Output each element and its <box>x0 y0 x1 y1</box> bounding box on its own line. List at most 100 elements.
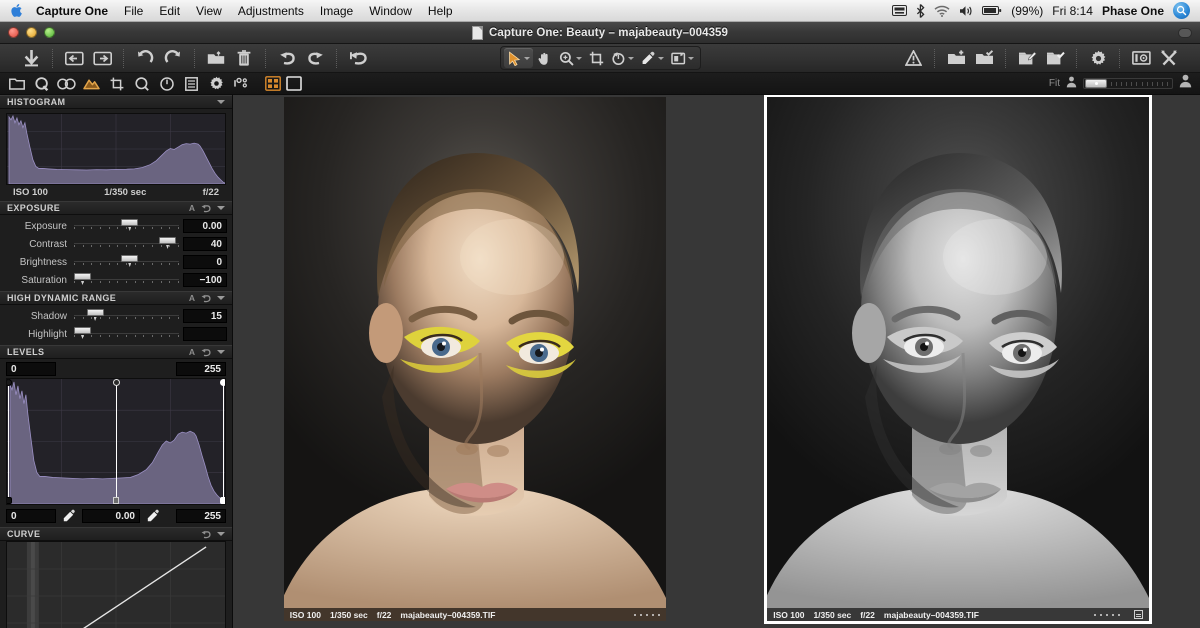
auto-adjust-icon[interactable]: A <box>189 347 195 357</box>
tab-details[interactable] <box>129 74 154 94</box>
primary-variant[interactable]: ISO 100 1/350 sec f/22 majabeauty–004359… <box>233 95 717 628</box>
chevron-down-icon[interactable] <box>628 57 634 60</box>
levels-input-white-field[interactable]: 255 <box>176 509 226 523</box>
adjustments-copy-tool[interactable] <box>668 48 697 68</box>
eyedropper-icon[interactable] <box>56 509 82 523</box>
menu-adjustments[interactable]: Adjustments <box>230 2 312 20</box>
menu-help[interactable]: Help <box>420 2 461 20</box>
levels-gamma-field[interactable]: 0.00 <box>82 509 140 523</box>
histogram-section-header[interactable]: HISTOGRAM <box>0 95 232 109</box>
reset-arrow-icon[interactable] <box>201 204 211 213</box>
tab-metadata[interactable] <box>179 74 204 94</box>
levels-mid-marker-top[interactable] <box>113 379 120 386</box>
apple-menu-icon[interactable] <box>6 3 28 18</box>
chevron-down-icon[interactable] <box>217 206 225 210</box>
levels-white-point-handle[interactable] <box>223 379 224 504</box>
pan-tool[interactable] <box>534 48 555 68</box>
warning-triangle-icon[interactable] <box>901 48 925 69</box>
white-balance-picker-tool[interactable] <box>638 48 667 68</box>
color-tag-icon[interactable] <box>1134 610 1143 619</box>
menu-image[interactable]: Image <box>312 2 361 20</box>
folder-open-icon[interactable] <box>204 48 228 69</box>
auto-adjust-icon[interactable]: A <box>189 293 195 303</box>
zoom-slider-knob[interactable] <box>1085 79 1107 88</box>
shadow-slider-knob[interactable] <box>87 309 104 316</box>
process-edit-icon[interactable] <box>1015 48 1039 69</box>
chevron-down-icon[interactable] <box>524 57 530 60</box>
tab-output[interactable] <box>204 74 229 94</box>
menu-edit[interactable]: Edit <box>151 2 188 20</box>
levels-mid-point-handle[interactable] <box>116 379 117 504</box>
exposure-section-header[interactable]: EXPOSURE A <box>0 201 232 215</box>
saturation-value-field[interactable]: −100 <box>183 273 227 287</box>
menu-file[interactable]: File <box>116 2 151 20</box>
reset-arrow-icon[interactable] <box>346 48 370 69</box>
levels-mid-marker-bottom[interactable] <box>113 497 119 504</box>
levels-chart[interactable] <box>6 378 226 505</box>
search-icon[interactable] <box>1173 2 1190 19</box>
levels-white-marker-bottom[interactable] <box>220 497 226 504</box>
reset-arrow-icon[interactable] <box>201 348 211 357</box>
batch-check-icon[interactable] <box>1043 48 1067 69</box>
levels-output-black-field[interactable]: 0 <box>6 362 56 376</box>
exposure-value-field[interactable]: 0.00 <box>183 219 227 233</box>
grid-four-icon[interactable] <box>264 76 281 92</box>
clock-label[interactable]: Fri 8:14 <box>1052 4 1093 18</box>
auto-adjust-icon[interactable]: A <box>189 203 195 213</box>
chevron-down-icon[interactable] <box>217 296 225 300</box>
shadow-slider-track[interactable] <box>74 307 179 325</box>
zoom-button[interactable] <box>44 27 55 38</box>
levels-white-marker-top[interactable] <box>220 379 226 386</box>
contrast-slider-track[interactable] <box>74 235 179 253</box>
brightness-value-field[interactable]: 0 <box>183 255 227 269</box>
window-titlebar[interactable]: Capture One: Beauty – majabeauty–004359 <box>0 22 1200 44</box>
minimize-button[interactable] <box>26 27 37 38</box>
toolbar-toggle-pill[interactable] <box>1178 28 1192 38</box>
volume-icon[interactable] <box>959 5 973 17</box>
tab-exposure[interactable] <box>79 74 104 94</box>
levels-output-white-field[interactable]: 255 <box>176 362 226 376</box>
primary-photo-frame[interactable]: ISO 100 1/350 sec f/22 majabeauty–004359… <box>284 97 666 621</box>
tab-composition[interactable] <box>104 74 129 94</box>
highlight-value-field[interactable] <box>183 327 227 341</box>
exposure-slider-track[interactable] <box>74 217 179 235</box>
battery-icon[interactable] <box>982 5 1002 16</box>
curve-chart[interactable] <box>6 541 226 628</box>
folder-plus-icon[interactable] <box>944 48 968 69</box>
chevron-down-icon[interactable] <box>658 57 664 60</box>
bluetooth-icon[interactable] <box>916 4 925 18</box>
levels-input-black-field[interactable]: 0 <box>6 509 56 523</box>
tools-cross-icon[interactable] <box>1157 48 1181 69</box>
select-tool[interactable] <box>504 48 533 68</box>
saturation-slider-knob[interactable] <box>74 273 91 280</box>
fit-label[interactable]: Fit <box>1049 78 1060 89</box>
zoom-tool[interactable] <box>556 48 585 68</box>
exposure-slider-knob[interactable] <box>121 219 138 226</box>
eyedropper-icon[interactable] <box>140 509 166 523</box>
chevron-down-icon[interactable] <box>688 57 694 60</box>
download-arrow-icon[interactable] <box>19 48 43 69</box>
shadow-value-field[interactable]: 15 <box>183 309 227 323</box>
chevron-down-icon[interactable] <box>576 57 582 60</box>
brightness-slider-knob[interactable] <box>121 255 138 262</box>
brightness-slider-track[interactable] <box>74 253 179 271</box>
contrast-value-field[interactable]: 40 <box>183 237 227 251</box>
chevron-down-icon[interactable] <box>217 100 225 104</box>
secondary-variant[interactable]: ISO 100 1/350 sec f/22 majabeauty–004359… <box>717 95 1200 628</box>
levels-black-point-handle[interactable] <box>8 379 9 504</box>
user-label[interactable]: Phase One <box>1102 4 1164 18</box>
highlight-slider-track[interactable] <box>74 325 179 343</box>
hdr-section-header[interactable]: HIGH DYNAMIC RANGE A <box>0 291 232 305</box>
reset-arrow-icon[interactable] <box>201 294 211 303</box>
tab-batch[interactable] <box>229 74 254 94</box>
camera-back-icon[interactable] <box>1129 48 1153 69</box>
secondary-photo-frame[interactable]: ISO 100 1/350 sec f/22 majabeauty–004359… <box>767 97 1149 621</box>
levels-black-marker-bottom[interactable] <box>6 497 12 504</box>
menu-capture-one[interactable]: Capture One <box>28 2 116 20</box>
menu-window[interactable]: Window <box>361 2 420 20</box>
folder-check-icon[interactable] <box>972 48 996 69</box>
zoom-slider[interactable] <box>1083 78 1173 89</box>
chevron-down-icon[interactable] <box>217 532 225 536</box>
highlight-slider-knob[interactable] <box>74 327 91 334</box>
arrow-left-box-icon[interactable] <box>62 48 86 69</box>
